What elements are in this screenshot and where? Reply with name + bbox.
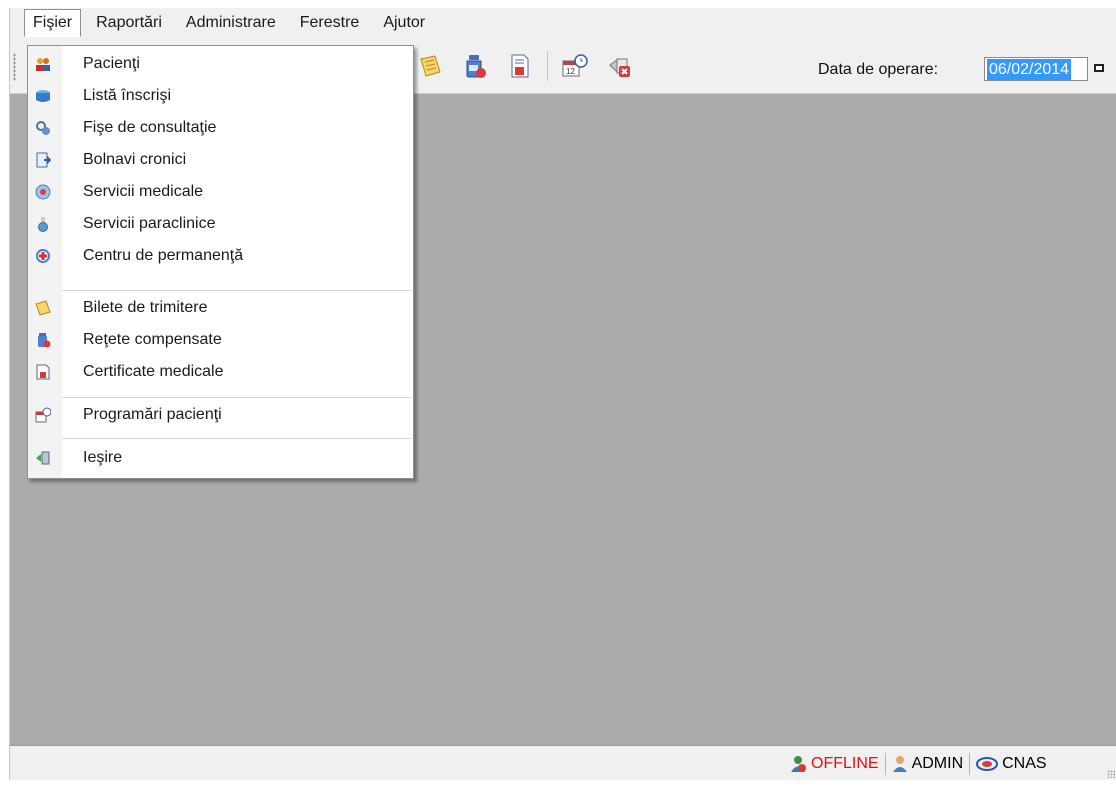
exit-icon	[36, 451, 50, 465]
status-user: ADMIN	[888, 755, 968, 773]
status-user-text: ADMIN	[911, 755, 964, 772]
prescription-icon	[38, 333, 51, 348]
menu-item-certificate-medicale[interactable]: Certificate medicale	[28, 356, 413, 388]
menu-item-fise-consultatie[interactable]: Fişe de consultaţie	[28, 112, 413, 144]
menu-item-label: Centru de permanenţă	[83, 247, 244, 264]
calendar-dropdown-button[interactable]	[1090, 59, 1108, 77]
paraclinical-icon	[38, 217, 48, 232]
menu-item-label: Ieşire	[83, 449, 123, 466]
menu-separator	[62, 397, 411, 398]
menu-item-label: Programări pacienţi	[83, 406, 222, 423]
menu-item-retete-compensate[interactable]: Reţete compensate	[28, 324, 413, 356]
menu-ajutor[interactable]: Ajutor	[374, 9, 434, 37]
menu-item-bolnavi-cronici[interactable]: Bolnavi cronici	[28, 144, 413, 176]
menu-item-label: Fişe de consultaţie	[83, 119, 217, 136]
status-connection: OFFLINE	[785, 755, 883, 773]
status-cnas: CNAS	[972, 755, 1050, 773]
exit-icon	[609, 58, 630, 77]
operating-date-value: 06/02/2014	[987, 58, 1072, 80]
menu-item-label: Listă înscrişi	[83, 87, 172, 104]
menu-item-label: Reţete compensate	[83, 331, 222, 348]
status-cnas-text: CNAS	[1002, 755, 1047, 772]
menu-item-label: Servicii medicale	[83, 183, 204, 200]
patients-icon	[36, 58, 50, 71]
menu-item-label: Pacienţi	[83, 55, 140, 72]
app-window: Fişier Raportări Administrare Ferestre A…	[9, 8, 1116, 780]
appointments-icon: 12	[562, 54, 588, 77]
cnas-logo-icon	[976, 757, 999, 771]
operating-date-label: Data de operare:	[818, 61, 939, 78]
menu-bar: Fişier Raportări Administrare Ferestre A…	[10, 8, 1116, 38]
menu-item-programari-pacienti[interactable]: Programări pacienţi	[28, 399, 413, 431]
status-bar: OFFLINE ADMIN CNAS	[10, 745, 1116, 780]
toolbar-grip[interactable]	[13, 53, 16, 81]
menu-item-iesire[interactable]: Ieşire	[28, 442, 413, 474]
calendar-icon	[1094, 64, 1104, 72]
offline-user-icon	[791, 756, 806, 772]
toolbar-appointments-button[interactable]: 12	[560, 51, 590, 81]
resize-grip[interactable]	[1107, 770, 1115, 778]
status-separator	[969, 753, 971, 775]
toolbar-certificate-button[interactable]	[505, 51, 535, 81]
menu-administrare[interactable]: Administrare	[177, 9, 285, 37]
referral-icon	[35, 300, 51, 316]
referral-icon	[420, 55, 441, 77]
menu-item-label: Bolnavi cronici	[83, 151, 187, 168]
user-icon	[892, 756, 907, 772]
status-offline-text: OFFLINE	[811, 755, 879, 772]
menu-item-servicii-paraclinice[interactable]: Servicii paraclinice	[28, 208, 413, 240]
menu-item-centru-permanenta[interactable]: Centru de permanenţă	[28, 240, 413, 272]
menu-raportari[interactable]: Raportări	[87, 9, 171, 37]
status-separator	[884, 753, 886, 775]
permanence-center-icon	[36, 249, 50, 263]
menu-item-label: Bilete de trimitere	[83, 299, 208, 316]
prescription-icon	[466, 55, 486, 78]
enrolled-list-icon	[36, 90, 50, 102]
menu-ferestre[interactable]: Ferestre	[291, 9, 369, 37]
menu-item-lista-inscrisi[interactable]: Listă înscrişi	[28, 80, 413, 112]
consultation-icon	[36, 121, 50, 135]
svg-text:12: 12	[566, 67, 575, 76]
chronic-patients-icon	[36, 152, 51, 168]
toolbar-separator	[547, 51, 548, 81]
file-menu-dropdown: Pacienţi Listă înscrişi Fişe de consulta…	[27, 45, 414, 479]
toolbar-exit-button[interactable]	[605, 51, 635, 81]
menu-separator	[62, 438, 411, 439]
menu-item-bilete-trimitere[interactable]: Bilete de trimitere	[28, 292, 413, 324]
medical-services-icon	[35, 184, 51, 200]
menu-fisier[interactable]: Fişier	[24, 9, 82, 37]
toolbar-prescription-button[interactable]	[460, 51, 490, 81]
appointments-icon	[35, 407, 51, 423]
toolbar-referral-button[interactable]	[415, 51, 445, 81]
menu-item-label: Servicii paraclinice	[83, 215, 216, 232]
menu-separator	[62, 290, 411, 291]
certificate-icon	[36, 364, 50, 380]
menu-item-servicii-medicale[interactable]: Servicii medicale	[28, 176, 413, 208]
certificate-icon	[511, 54, 529, 78]
operating-date-input[interactable]: 06/02/2014	[984, 57, 1088, 81]
menu-item-label: Certificate medicale	[83, 363, 224, 380]
menu-item-pacienti[interactable]: Pacienţi	[28, 48, 413, 80]
